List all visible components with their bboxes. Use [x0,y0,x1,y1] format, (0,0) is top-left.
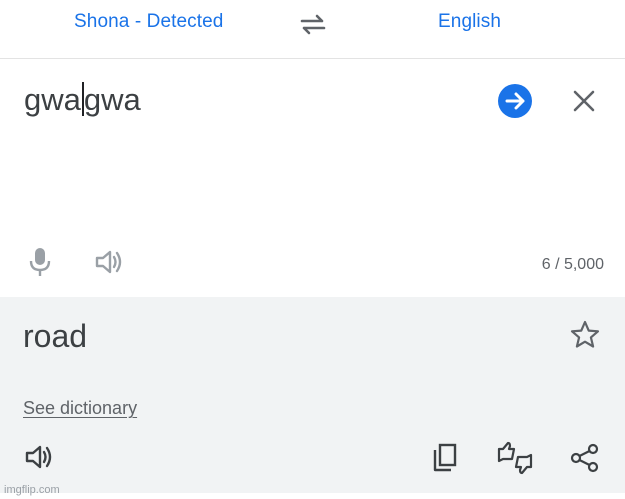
text-before-caret: gwa [24,82,81,117]
swap-arrows-icon[interactable] [298,12,328,36]
microphone-icon[interactable] [29,246,51,278]
source-text-input[interactable]: gwagwa [24,82,141,118]
share-icon[interactable] [569,443,601,473]
rate-translation-icon[interactable] [495,441,535,475]
close-icon[interactable] [571,88,597,114]
star-icon[interactable] [569,319,601,351]
imgflip-watermark: imgflip.com [4,484,60,496]
translation-text: road [23,318,88,354]
target-language-button[interactable]: English [438,11,501,33]
text-after-caret: gwa [83,82,141,117]
speaker-icon[interactable] [24,443,56,471]
character-count: 6 / 5,000 [541,256,604,273]
speaker-icon[interactable] [94,248,126,276]
language-bar: Shona - Detected English [0,0,625,59]
source-language-button[interactable]: Shona - Detected [74,11,223,33]
see-dictionary-link[interactable]: See dictionary [23,398,137,419]
translation-output-area: road See dictionary [0,297,625,493]
copy-icon[interactable] [430,442,460,474]
arrow-right-icon[interactable] [498,84,532,118]
